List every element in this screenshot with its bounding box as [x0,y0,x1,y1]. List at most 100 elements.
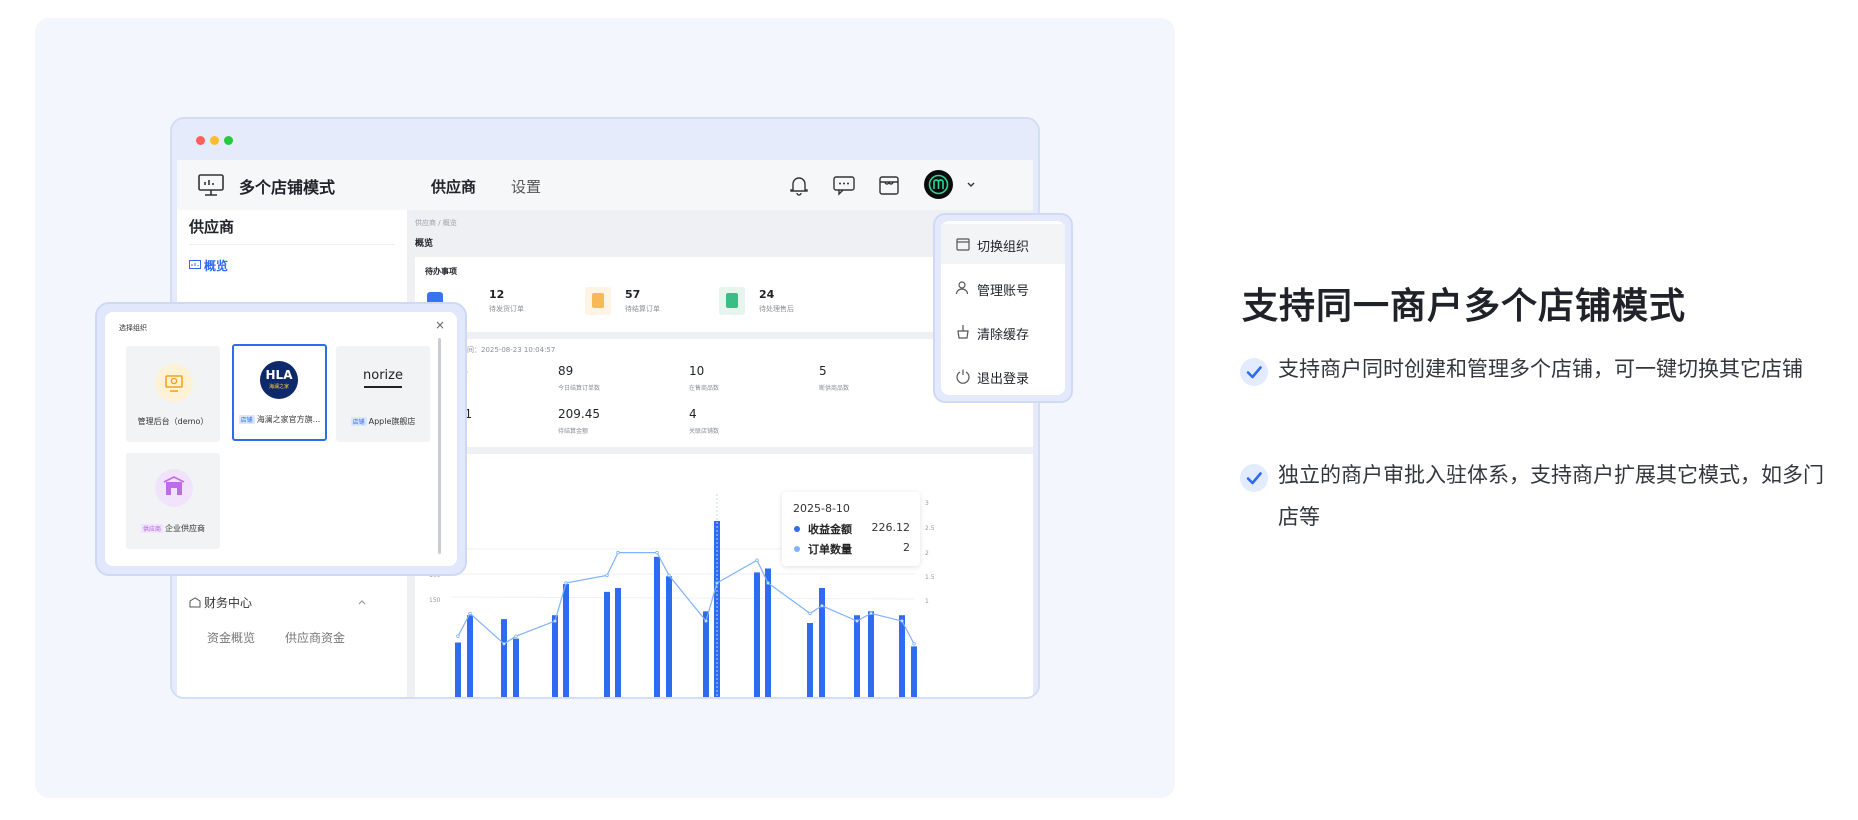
line-point [655,550,659,555]
menu-item-label: 管理账号 [977,284,1030,299]
stat-value: 4 [689,407,697,421]
power-icon [956,369,970,384]
headline: 支持同一商户多个店铺模式 [1242,286,1687,327]
menu-item-manage-account[interactable]: 管理账号 [941,268,1065,308]
stat-label: 断供商品数 [819,385,850,392]
org-label: 店铺 海澜之家官方旗... [238,415,321,424]
user-dropdown-menu: 切换组织 管理账号 清除缓存 退出登录 [933,213,1073,403]
tab-supplier[interactable]: 供应商 [431,176,476,197]
window-close-dot[interactable] [196,136,205,145]
bar [501,619,507,697]
modal-title: 选择组织 [119,324,147,332]
logo-mark [364,386,402,396]
y-tick-label: 150 [429,597,441,604]
line-point [605,573,609,578]
avatar-icon[interactable] [924,170,953,199]
bar [807,623,813,697]
message-icon[interactable] [832,174,856,196]
stat-label: 在售商品数 [689,385,720,392]
legend-dot [794,526,800,532]
bar [455,642,461,697]
window-minimize-dot[interactable] [210,136,219,145]
org-label: 店铺 Apple旗舰店 [350,417,416,426]
window-maximize-dot[interactable] [224,136,233,145]
page-title: 概览 [415,239,434,249]
stat-value: 209.45 [558,407,600,421]
y2-tick-label: 2 [925,550,929,557]
stat-value: 5 [819,364,827,378]
todo-label[interactable]: 待处理售后 [759,304,794,314]
tooltip-series-name: 订单数量 [808,543,852,556]
sidebar-item-fund-overview[interactable]: 资金概览 [207,629,255,646]
sidebar-item-overview-label: 概览 [204,259,229,273]
sidebar-title: 供应商 [189,218,235,236]
stat-value: 89 [558,364,574,378]
revenue-chart[interactable]: 1501005032.521.51 [415,454,1033,697]
bar [765,568,771,697]
org-card[interactable]: norize 店铺 Apple旗舰店 [336,346,430,442]
menu-item-switch-org[interactable]: 切换组织 [941,224,1065,264]
line-point [755,558,759,562]
menu-item-clear-cache[interactable]: 清除缓存 [941,312,1065,352]
scrollbar[interactable] [438,338,441,554]
todo-value: 24 [759,288,775,301]
feature-text: 独立的商户审批入驻体系，支持商户扩展其它模式，如多门店等 [1278,463,1824,529]
bar [563,584,569,697]
bar [604,591,610,697]
check-icon [1240,464,1268,492]
line-point [900,619,904,623]
bar [513,638,519,697]
todo-label[interactable]: 待发货订单 [489,304,524,314]
sidebar-divider [189,244,395,245]
chevron-up-icon [358,600,366,605]
store-icon[interactable] [877,174,901,196]
finance-label: 财务中心 [204,596,253,610]
tooltip-series-value: 226.12 [871,521,911,534]
gridline [450,596,916,600]
org-card-selected[interactable]: HLA 海澜之家 店铺 海澜之家官方旗... [232,344,327,441]
tab-settings[interactable]: 设置 [511,176,541,197]
feature-text: 支持商户同时创建和管理多个店铺，可一键切换其它店铺 [1278,357,1803,381]
chart-tooltip: 2025-8-10 收益金额 226.12 订单数量 2 [782,492,920,566]
bell-icon[interactable] [787,174,811,196]
chevron-down-icon[interactable] [966,181,976,189]
tooltip-date: 2025-8-10 [793,502,850,515]
todo-label[interactable]: 待结算订单 [625,304,660,314]
check-icon [1240,358,1268,386]
breadcrumb: 供应商 / 概览 [415,219,457,227]
menu-item-logout[interactable]: 退出登录 [941,356,1065,396]
todo-aftersale-icon [719,287,745,315]
bar [654,556,660,697]
bar [666,576,672,697]
org-card[interactable]: 供应商 企业供应商 [126,453,220,549]
bar [911,646,917,697]
tooltip-series-name: 收益金额 [808,523,852,536]
line-point [514,634,518,638]
broom-icon [957,325,969,339]
bar [868,611,874,697]
line-point [616,550,620,555]
line-point [808,611,812,616]
line-point [912,642,916,646]
line-point [766,581,770,585]
norize-logo: norize [363,368,403,383]
org-card[interactable]: 管理后台（demo） [126,346,220,442]
bar [754,572,760,697]
app-title: 多个店铺模式 [239,178,336,197]
legend-dot [794,546,800,552]
monitor-icon [198,174,224,196]
bar [703,611,709,697]
line-point [704,619,708,623]
line-point [869,611,873,616]
menu-item-label: 退出登录 [977,372,1030,387]
sidebar-item-supplier-fund[interactable]: 供应商资金 [285,629,345,646]
y2-tick-label: 3 [925,500,929,507]
org-label: 供应商 企业供应商 [140,524,205,533]
sidebar-group-finance[interactable]: 财务中心 [189,594,369,612]
y2-tick-label: 2.5 [925,525,935,532]
close-icon[interactable]: × [435,318,445,332]
stat-label: 关联店铺数 [689,428,720,435]
chart-card: 1501005032.521.51 [415,454,1033,697]
wallet-icon [189,597,201,608]
line-point [468,611,472,616]
